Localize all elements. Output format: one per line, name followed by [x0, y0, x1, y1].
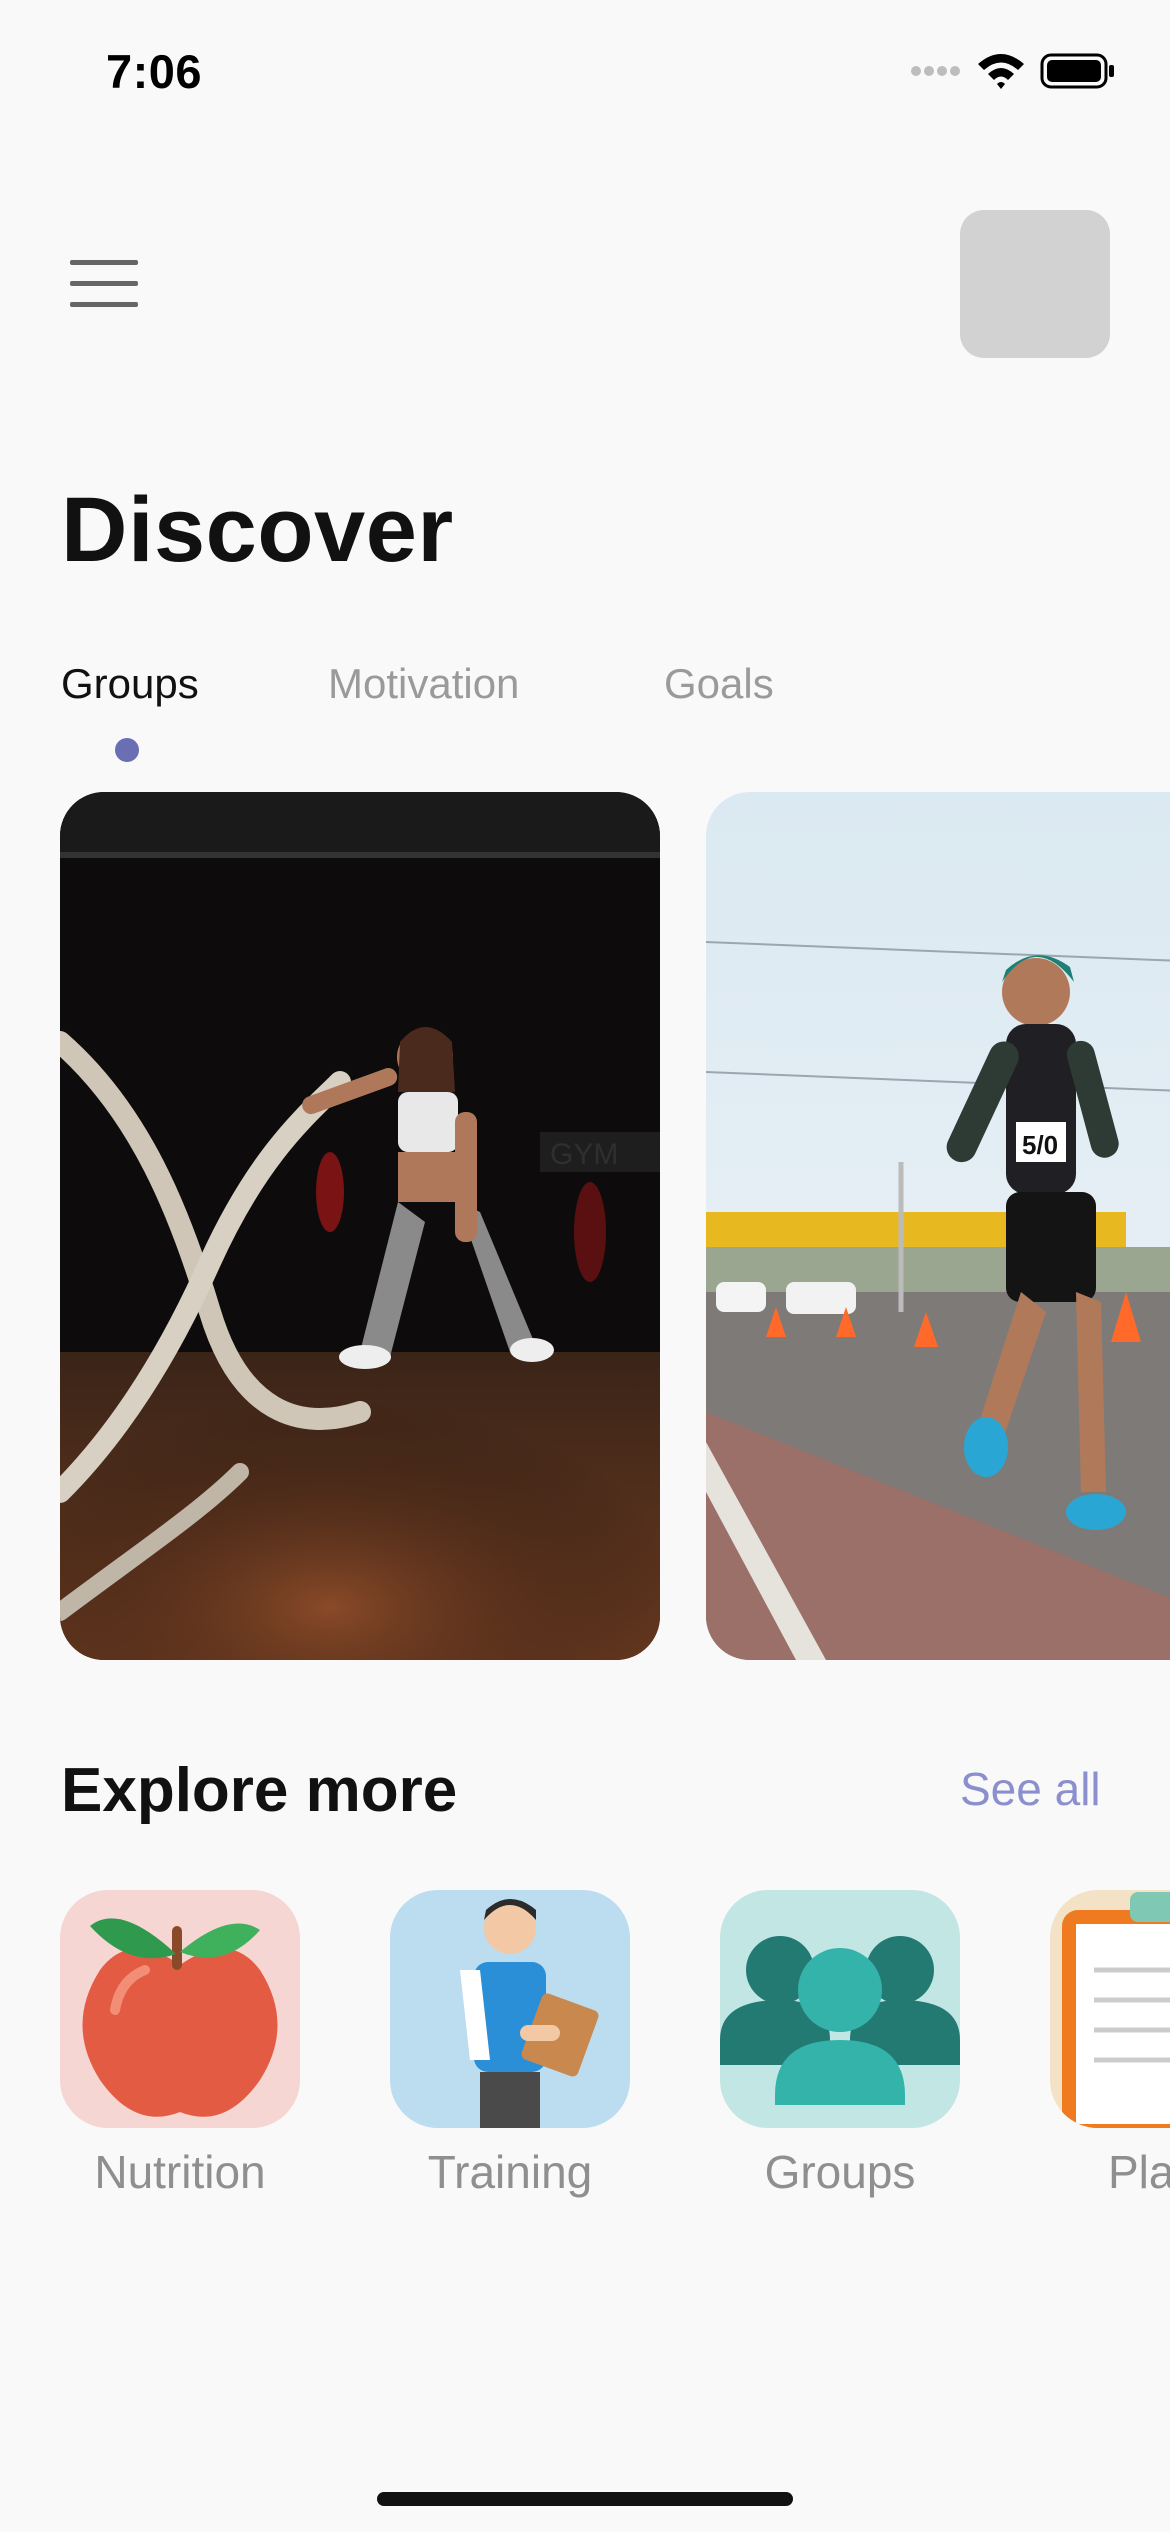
active-tab-indicator [115, 738, 139, 762]
battle-ropes-photo: GYM [60, 792, 660, 1660]
tab-motivation[interactable]: Motivation [328, 660, 519, 708]
discover-screen: 7:06 Discover Groups Motivation Goals GY… [0, 0, 1170, 2532]
tile-label-plan: Pla [1108, 2146, 1170, 2198]
avatar[interactable] [960, 210, 1110, 358]
group-icon [720, 1936, 960, 2105]
race-bib-number: 5/0 [1022, 1130, 1058, 1160]
tab-goals[interactable]: Goals [664, 660, 774, 708]
group-card-runner[interactable]: 5/0 [706, 792, 1170, 1660]
tile-label-training: Training [427, 2146, 593, 2198]
menu-icon-line [70, 260, 138, 265]
tile-label-groups: Groups [764, 2146, 916, 2198]
explore-tile-plan[interactable] [1050, 1890, 1170, 2128]
status-time: 7:06 [106, 45, 203, 98]
signal-icon [911, 66, 960, 76]
trainer-icon [460, 1899, 599, 2128]
battery-icon [1040, 53, 1114, 89]
menu-button[interactable] [70, 260, 140, 310]
status-icons [910, 52, 1116, 90]
svg-text:GYM: GYM [550, 1138, 618, 1171]
explore-tile-groups[interactable] [720, 1890, 960, 2128]
page-title: Discover [61, 479, 454, 581]
explore-tile-nutrition[interactable] [60, 1890, 300, 2128]
see-all-link[interactable]: See all [960, 1762, 1101, 1816]
clipboard-icon [1062, 1892, 1170, 2128]
menu-icon-line [70, 281, 138, 286]
group-card-battle-ropes[interactable]: GYM [60, 792, 660, 1660]
wifi-icon [978, 54, 1024, 89]
explore-more-title: Explore more [61, 1756, 458, 1825]
menu-icon-line [70, 302, 138, 307]
home-indicator [377, 2492, 793, 2506]
runner-photo: 5/0 [706, 792, 1170, 1660]
tile-label-nutrition: Nutrition [94, 2146, 266, 2198]
apple-icon [82, 1918, 278, 2117]
tab-groups[interactable]: Groups [61, 660, 199, 708]
explore-tile-training[interactable] [390, 1890, 630, 2128]
